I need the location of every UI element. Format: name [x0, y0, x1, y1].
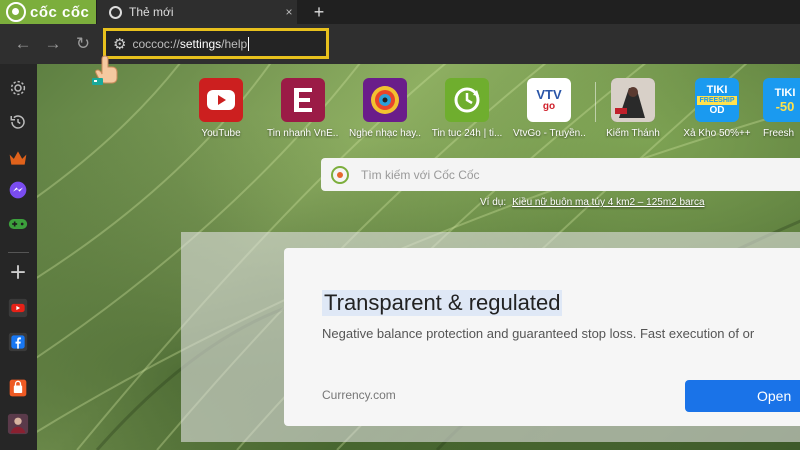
speed-dial-tintuc24h[interactable]: Tin tuc 24h | ti...: [431, 78, 503, 139]
game-poster-icon: [611, 78, 655, 122]
tab-new[interactable]: Thẻ mới ×: [97, 0, 297, 24]
speed-dial-label: Tin nhanh VnE...: [267, 128, 339, 139]
speed-dial-label: VtvGo - Truyền...: [513, 128, 585, 139]
shopping-bag-icon[interactable]: [6, 376, 30, 400]
example-prefix: Ví dụ:: [480, 197, 507, 208]
tiki-od: OD: [709, 104, 725, 116]
address-bar[interactable]: ⚙ coccoc://settings/help: [103, 28, 329, 59]
pointing-hand-icon: [92, 55, 118, 85]
messenger-icon[interactable]: [6, 178, 30, 202]
speed-dial-label: Kiếm Thánh: [606, 128, 660, 139]
youtube-icon[interactable]: [6, 296, 30, 320]
youtube-icon: [199, 78, 243, 122]
crown-icon[interactable]: [6, 146, 30, 170]
tiki-brand: TIKI: [706, 83, 728, 96]
sidebar: [0, 64, 37, 450]
vnexpress-icon: [281, 78, 325, 122]
tiki-brand: TIKI: [774, 86, 796, 99]
music-disc-icon: [363, 78, 407, 122]
speed-dial-tiki[interactable]: TIKI FREESHIP OD Xả Kho 50%++: [681, 78, 753, 139]
tab-favicon-icon: [109, 5, 122, 19]
speed-dial-label: Nghe nhạc hay...: [349, 128, 421, 139]
speed-dial-youtube[interactable]: YouTube: [185, 78, 257, 139]
url-tail: /help: [221, 36, 248, 51]
brand-name: cốc cốc: [30, 3, 90, 21]
url-host: coccoc://: [132, 36, 180, 51]
search-placeholder: Tìm kiếm với Cốc Cốc: [361, 167, 480, 182]
text-caret: [248, 36, 250, 51]
tiki-freeship-icon: TIKI FREESHIP OD: [695, 78, 739, 122]
settings-gear-icon: ⚙: [113, 35, 127, 53]
tab-bar: cốc cốc Thẻ mới × +: [0, 0, 800, 24]
vtv-logo-text: VTV: [536, 87, 562, 102]
ad-title: Transparent & regulated: [322, 290, 563, 316]
tiki-sale-icon: TIKI -50: [763, 78, 800, 122]
vtvgo-icon: VTV go: [527, 78, 571, 122]
clock-refresh-icon: [445, 78, 489, 122]
speed-dial-vtvgo[interactable]: VTV go VtvGo - Truyền...: [513, 78, 585, 139]
search-box[interactable]: Tìm kiếm với Cốc Cốc: [321, 158, 800, 191]
new-tab-page: YouTube Tin nhanh VnE... Nghe nhạc hay..…: [37, 64, 800, 450]
back-button[interactable]: ←: [12, 33, 34, 55]
history-icon[interactable]: [6, 110, 30, 134]
speed-dial-label: Tin tuc 24h | ti...: [431, 128, 503, 139]
gamepad-icon[interactable]: [6, 212, 30, 236]
speed-dial-music[interactable]: Nghe nhạc hay...: [349, 78, 421, 139]
ad-card[interactable]: Transparent & regulated Negative balance…: [284, 248, 800, 426]
tiki-freeship-badge: FREESHIP: [697, 95, 737, 105]
ad-source: Currency.com: [322, 388, 396, 402]
tiki-sale-text: -50: [775, 98, 795, 114]
gear-icon[interactable]: [6, 76, 30, 100]
speed-dial-tiki-sale[interactable]: TIKI -50 Freesh: [763, 78, 800, 139]
url-path: settings: [179, 36, 222, 51]
speed-dial-kiem-thanh[interactable]: Kiếm Thánh: [597, 78, 669, 139]
speed-dial-separator: [595, 82, 596, 122]
sidebar-divider: [8, 252, 29, 253]
speed-dial-label: Freesh: [763, 128, 795, 139]
forward-button[interactable]: →: [42, 33, 64, 55]
plus-icon[interactable]: [6, 260, 30, 284]
tab-title: Thẻ mới: [129, 5, 174, 19]
coccoc-menu-button[interactable]: cốc cốc: [0, 0, 96, 24]
tab-close-icon[interactable]: ×: [281, 5, 297, 19]
speed-dial-label: YouTube: [201, 128, 241, 139]
example-link[interactable]: Kiều nữ buôn ma túy 4 km2 – 125m2 barca: [512, 197, 704, 208]
search-example: Ví dụ: Kiều nữ buôn ma túy 4 km2 – 125m2 …: [480, 197, 705, 208]
ad-description: Negative balance protection and guarante…: [322, 326, 755, 341]
new-tab-button[interactable]: +: [308, 1, 330, 23]
game-avatar-icon[interactable]: [6, 412, 30, 436]
speed-dial-vnexpress[interactable]: Tin nhanh VnE...: [267, 78, 339, 139]
coccoc-logo-icon: [6, 2, 26, 22]
facebook-icon[interactable]: [6, 330, 30, 354]
coccoc-search-logo-icon: [331, 165, 349, 184]
speed-dial-label: Xả Kho 50%++: [683, 128, 751, 139]
vtv-go-text: go: [542, 101, 556, 112]
ad-open-button[interactable]: Open: [685, 380, 800, 412]
